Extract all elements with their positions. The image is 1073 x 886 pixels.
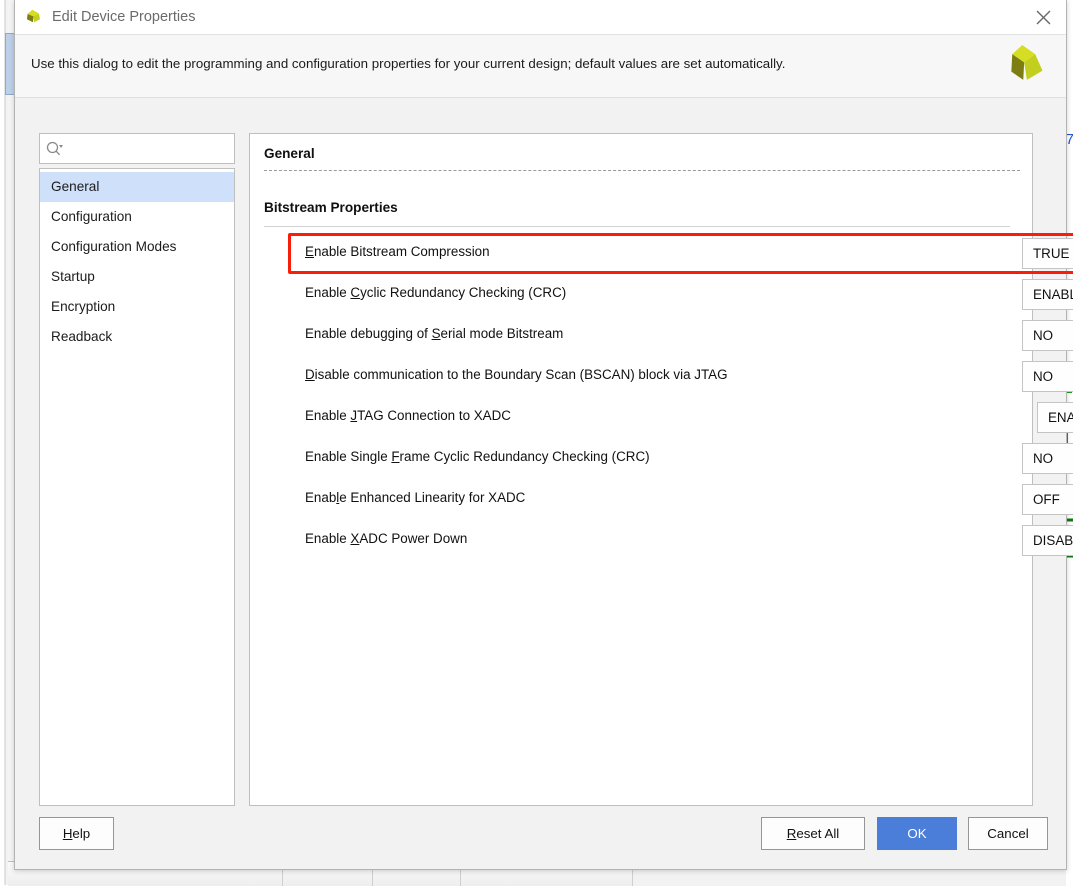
sidebar-item-readback[interactable]: Readback [40,322,234,352]
property-row: Enable Cyclic Redundancy Checking (CRC)E… [250,274,1034,315]
sidebar-item-label: Configuration Modes [51,239,176,254]
sidebar-item-startup[interactable]: Startup [40,262,234,292]
property-value-text: TRUE [1033,246,1069,261]
property-label: Enable XADC Power Down [305,531,467,546]
property-value-text: NO [1033,369,1053,384]
property-value-text: DISABLE [1033,533,1073,548]
property-row: Enable Bitstream CompressionTRUE [250,233,1034,274]
cancel-button[interactable]: Cancel [968,817,1048,850]
xilinx-vivado-logo-icon [1004,43,1048,91]
search-box[interactable] [39,133,235,164]
group-title: Bitstream Properties [264,200,398,215]
property-value-dropdown[interactable]: NO [1022,361,1073,392]
dialog-title: Edit Device Properties [52,9,195,25]
property-row: Enable JTAG Connection to XADCENABLE [250,397,1034,438]
property-value-text: ENABLE [1048,410,1073,425]
property-row: Enable Single Frame Cyclic Redundancy Ch… [250,438,1034,479]
sidebar-item-label: Configuration [51,209,132,224]
dialog-description: Use this dialog to edit the programming … [31,56,785,71]
property-value-dropdown[interactable]: NO [1022,320,1073,351]
property-label: Enable JTAG Connection to XADC [305,408,511,423]
property-row: Enable Enhanced Linearity for XADCOFF [250,479,1034,520]
dialog-banner: Use this dialog to edit the programming … [15,35,1066,98]
property-value-dropdown[interactable]: OFF [1022,484,1073,515]
property-row: Enable XADC Power DownDISABLE [250,520,1034,561]
reset-all-button[interactable]: Reset All [761,817,865,850]
sidebar-item-label: Encryption [51,299,115,314]
group-divider [264,226,1010,227]
property-value-text: NO [1033,328,1053,343]
sidebar-item-label: General [51,179,99,194]
dialog-footer: Help Reset All OK Cancel [15,808,1066,868]
property-value-dropdown[interactable]: NO [1022,443,1073,474]
property-value-text: ENABLE [1033,287,1073,302]
property-value-dropdown[interactable]: TRUE [1022,238,1073,269]
search-icon [46,141,64,157]
dialog-titlebar: Edit Device Properties [15,0,1066,35]
property-rows: Enable Bitstream CompressionTRUEEnable C… [250,233,1034,561]
sidebar-item-encryption[interactable]: Encryption [40,292,234,322]
dialog-body: General Configuration Configuration Mode… [15,98,1066,808]
property-label: Enable Enhanced Linearity for XADC [305,490,525,505]
sidebar-nav-list: General Configuration Configuration Mode… [39,168,235,806]
close-icon[interactable] [1020,0,1066,35]
sidebar-item-configuration[interactable]: Configuration [40,202,234,232]
property-row: Disable communication to the Boundary Sc… [250,356,1034,397]
help-button[interactable]: Help [39,817,114,850]
ok-button[interactable]: OK [877,817,957,850]
property-value-dropdown[interactable]: ENABLE [1022,279,1073,310]
sidebar-item-label: Readback [51,329,112,344]
properties-panel: General Bitstream Properties Enable Bits… [249,133,1033,806]
property-label: Disable communication to the Boundary Sc… [305,367,727,382]
property-value-dropdown[interactable]: DISABLE [1022,525,1073,556]
property-value-text: NO [1033,451,1053,466]
section-title: General [264,146,315,161]
xilinx-vivado-logo-icon [24,8,43,27]
sidebar-item-general[interactable]: General [40,172,234,202]
section-divider [264,170,1020,171]
property-value-dropdown[interactable]: ENABLE [1037,402,1073,433]
property-value-text: OFF [1033,492,1060,507]
sidebar: General Configuration Configuration Mode… [39,133,235,806]
property-label: Enable Single Frame Cyclic Redundancy Ch… [305,449,650,464]
property-label: Enable Cyclic Redundancy Checking (CRC) [305,285,566,300]
edit-device-properties-dialog: Edit Device Properties Use this dialog t… [14,0,1067,870]
sidebar-item-label: Startup [51,269,95,284]
search-input[interactable] [67,134,231,163]
sidebar-item-configuration-modes[interactable]: Configuration Modes [40,232,234,262]
property-label: Enable Bitstream Compression [305,244,490,259]
property-row: Enable debugging of Serial mode Bitstrea… [250,315,1034,356]
property-label: Enable debugging of Serial mode Bitstrea… [305,326,563,341]
